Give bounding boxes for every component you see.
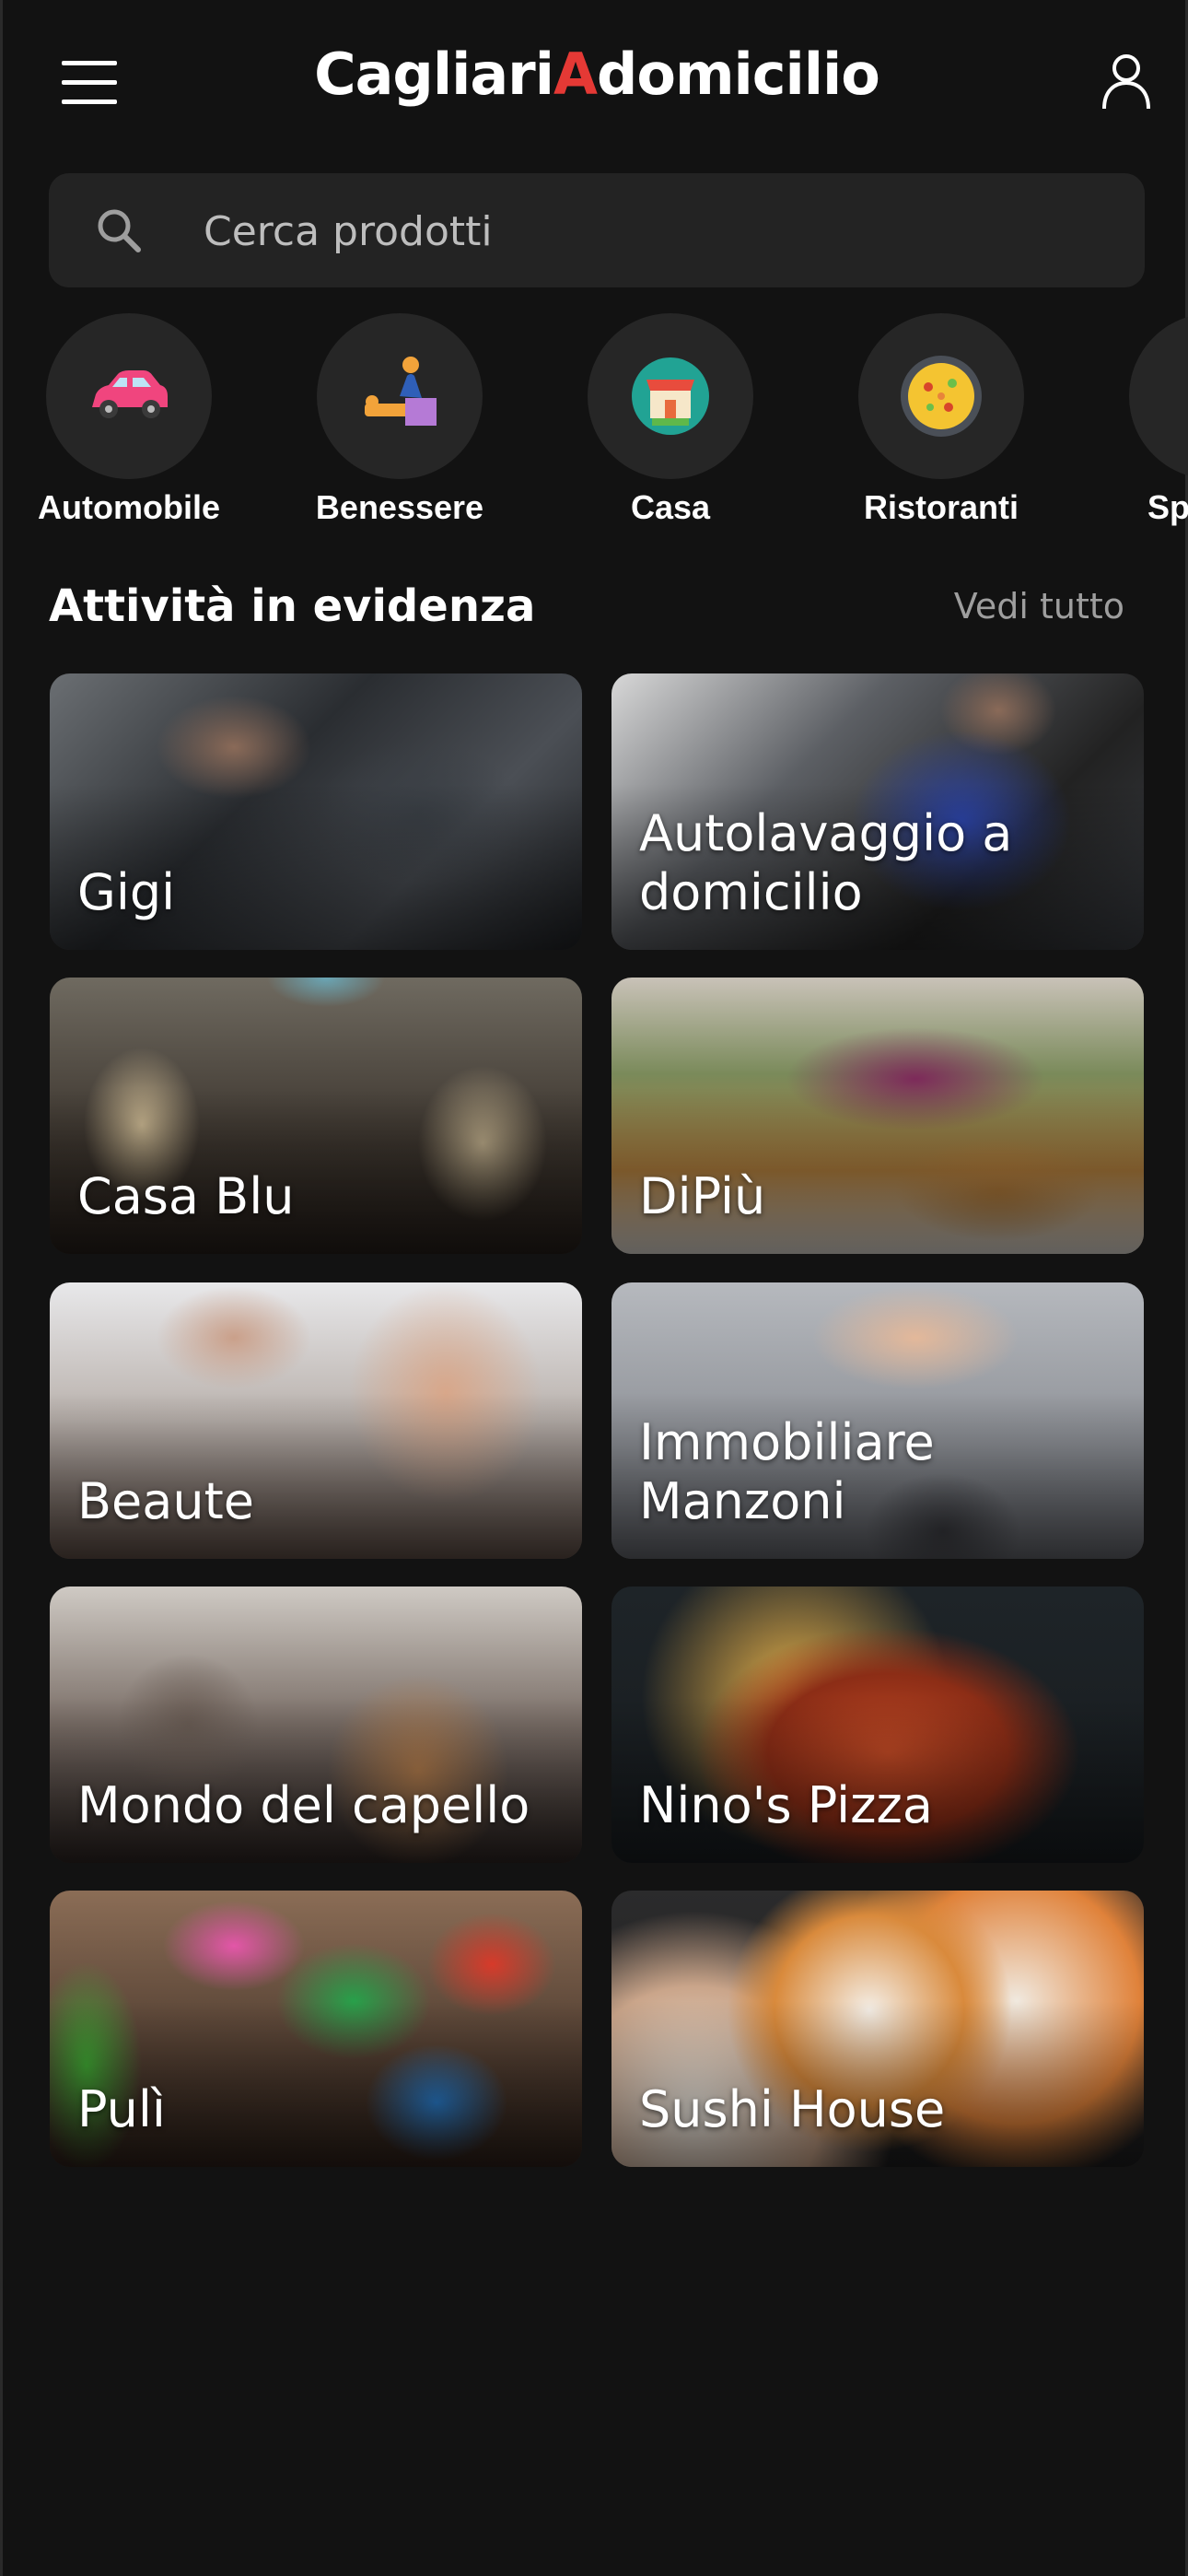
category-automobile[interactable]: Automobile	[18, 313, 239, 544]
category-circle	[858, 313, 1024, 479]
business-name: Pulì	[77, 2080, 166, 2138]
paella-icon	[901, 356, 982, 437]
search-icon	[98, 209, 141, 252]
shop-icon	[632, 357, 709, 435]
business-name: DiPiù	[639, 1167, 766, 1225]
business-name: Mondo del capello	[77, 1776, 530, 1834]
category-label: Automobile	[38, 488, 220, 526]
category-circle	[46, 313, 212, 479]
massage-icon	[365, 357, 437, 426]
section-title: Attività in evidenza	[49, 580, 536, 632]
category-carousel[interactable]: Automobile Benessere Casa Ristoranti Sp	[3, 313, 1188, 544]
logo-text-2: domicilio	[596, 41, 880, 108]
business-card[interactable]: Sushi House	[611, 1891, 1144, 2167]
logo-accent: A	[553, 41, 598, 108]
business-name: Casa Blu	[77, 1167, 295, 1225]
business-name: Immobiliare Manzoni	[639, 1413, 935, 1530]
business-card[interactable]: Gigi	[50, 673, 582, 950]
business-name: Beaute	[77, 1472, 254, 1530]
category-label: Casa	[630, 488, 711, 526]
search-bar[interactable]	[49, 173, 1145, 287]
app-logo[interactable]: CagliariAdomicilio	[3, 41, 1188, 108]
see-all-link[interactable]: Vedi tutto	[954, 586, 1124, 626]
business-card[interactable]: Mondo del capello	[50, 1587, 582, 1863]
business-name: Nino's Pizza	[639, 1776, 933, 1834]
app-screen: CagliariAdomicilio Automobile	[0, 0, 1188, 2576]
category-circle	[1129, 313, 1188, 479]
business-card[interactable]: DiPiù	[611, 978, 1144, 1254]
business-name: Autolavaggio a domicilio	[639, 804, 1013, 921]
business-card[interactable]: Immobiliare Manzoni	[611, 1282, 1144, 1559]
car-icon	[92, 370, 168, 418]
business-name: Gigi	[77, 863, 176, 921]
search-input[interactable]	[202, 193, 1089, 269]
category-label: Benessere	[315, 488, 484, 526]
business-card[interactable]: Autolavaggio a domicilio	[611, 673, 1144, 950]
category-casa[interactable]: Casa	[560, 313, 781, 544]
business-card[interactable]: Beaute	[50, 1282, 582, 1559]
user-icon[interactable]	[1099, 52, 1154, 111]
app-header: CagliariAdomicilio	[3, 0, 1188, 166]
category-circle	[317, 313, 483, 479]
category-label: Ristoranti	[863, 488, 1019, 526]
category-ristoranti[interactable]: Ristoranti	[831, 313, 1052, 544]
category-label: Sp	[1147, 488, 1188, 526]
business-card[interactable]: Pulì	[50, 1891, 582, 2167]
business-card[interactable]: Casa Blu	[50, 978, 582, 1254]
partial-icon	[1166, 350, 1188, 442]
category-partial[interactable]: Sp	[1101, 313, 1188, 544]
category-benessere[interactable]: Benessere	[289, 313, 510, 544]
business-card[interactable]: Nino's Pizza	[611, 1587, 1144, 1863]
logo-text-1: Cagliari	[314, 41, 554, 108]
category-circle	[588, 313, 753, 479]
business-name: Sushi House	[639, 2080, 946, 2138]
